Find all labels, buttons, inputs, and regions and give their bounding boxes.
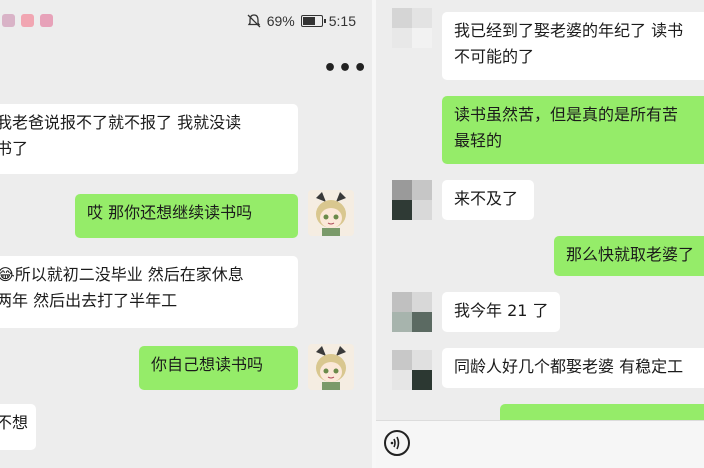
message-line: 不想 (0, 413, 29, 432)
message-line: 两年 然后出去打了半年工 (0, 291, 178, 310)
message-line: 哎 那你还想继续读书吗 (87, 203, 253, 222)
clock: 5:15 (328, 13, 356, 29)
app-notification-icon (40, 14, 53, 27)
message-bubble-outgoing: 读书虽然苦，但是真的是所有苦 最轻的 (442, 96, 704, 164)
voice-input-icon[interactable] (384, 430, 410, 456)
avatar[interactable] (308, 344, 354, 390)
blurred-avatar (392, 8, 432, 48)
anime-girl-avatar-icon (308, 190, 354, 236)
message-line: 读书虽然苦，但是真的是所有苦 (454, 105, 679, 124)
message-line: 我老爸说报不了就不报了 我就没读 (0, 113, 242, 132)
message-line: 我已经到了娶老婆的年纪了 读书 (454, 21, 684, 40)
status-right: 69% 5:15 (247, 13, 356, 29)
blurred-avatar (392, 292, 432, 332)
more-dots-icon[interactable]: ••• (323, 58, 368, 80)
message-line: 来不及了 (454, 189, 519, 208)
message-bubble-incoming: 我已经到了娶老婆的年纪了 读书 不可能的了 (442, 12, 704, 80)
message-bubble-incoming: 我老爸说报不了就不报了 我就没读 书了 (0, 104, 298, 174)
message-bubble-incoming: 我今年 21 了 (442, 292, 560, 332)
blurred-avatar (392, 180, 432, 220)
avatar[interactable] (308, 190, 354, 236)
blurred-avatar (392, 350, 432, 390)
message-line: 不可能的了 (454, 47, 535, 66)
bell-muted-icon (247, 14, 261, 28)
notification-icons (2, 14, 53, 27)
message-line: 那么快就取老婆了 (566, 245, 695, 264)
message-line: 书了 (0, 139, 29, 158)
message-bubble-outgoing: 你自己想读书吗 (139, 346, 298, 390)
input-bar (376, 420, 704, 468)
left-chat-screenshot: 69% 5:15 ••• 我老爸说报不了就不报了 我就没读 书了 哎 那你还想继… (0, 0, 372, 468)
right-chat-screenshot: 我已经到了娶老婆的年纪了 读书 不可能的了 读书虽然苦，但是真的是所有苦 最轻的… (376, 0, 704, 468)
message-line: 最轻的 (454, 131, 503, 150)
app-notification-icon (21, 14, 34, 27)
message-bubble-incoming: 同龄人好几个都娶老婆 有稳定工 (442, 348, 704, 388)
message-line: 你自己想读书吗 (151, 355, 264, 374)
anime-girl-avatar-icon (308, 344, 354, 390)
battery-percent: 69% (266, 13, 295, 29)
status-bar: 69% 5:15 (0, 0, 372, 46)
battery-icon (300, 15, 326, 27)
message-line: 同龄人好几个都娶老婆 有稳定工 (454, 357, 684, 376)
message-bubble-incoming: 不想 (0, 404, 36, 450)
app-notification-icon (2, 14, 15, 27)
message-line: 我今年 21 了 (454, 301, 549, 320)
message-bubble-incoming: 来不及了 (442, 180, 534, 220)
message-bubble-outgoing: 哎 那你还想继续读书吗 (75, 194, 298, 238)
message-bubble-outgoing: 那么快就取老婆了 (554, 236, 704, 276)
message-bubble-incoming: 😂所以就初二没毕业 然后在家休息 两年 然后出去打了半年工 (0, 256, 298, 328)
message-line: 😂所以就初二没毕业 然后在家休息 (0, 265, 244, 284)
